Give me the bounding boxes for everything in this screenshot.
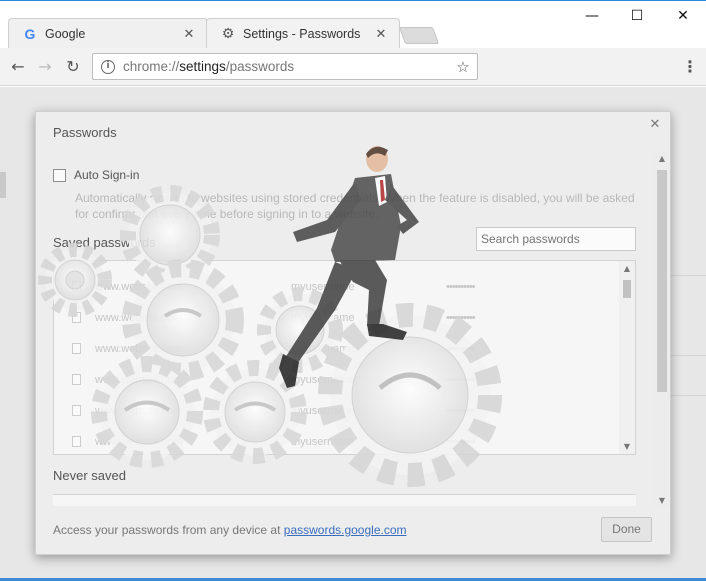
tab-close-icon[interactable]: ✕ <box>181 27 197 42</box>
url-text[interactable]: chrome://settings/passwords <box>123 59 453 74</box>
auto-signin-description: Automatically sign in to websites using … <box>75 191 635 221</box>
file-icon <box>72 405 81 416</box>
footer-text: Access your passwords from any device at… <box>53 523 407 537</box>
title-bar: G Google ✕ ⚙ Settings - Passwords ✕ — ☐ … <box>0 0 706 49</box>
tab-settings-passwords[interactable]: ⚙ Settings - Passwords ✕ <box>206 18 400 49</box>
browser-toolbar: ← → ↻ i chrome://settings/passwords ☆ ⋮ <box>0 48 706 86</box>
search-passwords-input[interactable] <box>476 227 636 251</box>
saved-passwords-heading: Saved passwords <box>53 235 156 250</box>
table-row[interactable]: www.website.com myusername •••••••••• <box>54 333 621 364</box>
table-row[interactable]: www.website.com myusername •••••••••• <box>54 364 621 395</box>
done-button[interactable]: Done <box>601 517 652 542</box>
dialog-scrollbar[interactable]: ▲ ▼ <box>654 152 670 507</box>
never-saved-heading: Never saved <box>53 468 126 483</box>
tab-close-icon[interactable]: ✕ <box>373 27 389 42</box>
row-password: •••••••••• <box>446 373 476 386</box>
list-scrollbar[interactable]: ▲ ▼ <box>619 261 635 454</box>
row-password: •••••••••• <box>446 435 476 448</box>
auto-signin-toggle[interactable]: Auto Sign-in <box>53 168 139 182</box>
minimize-button[interactable]: — <box>569 5 615 27</box>
maximize-button[interactable]: ☐ <box>614 5 660 27</box>
tab-title: Settings - Passwords <box>243 27 361 41</box>
url-host: settings <box>179 59 226 74</box>
row-username: myusername <box>291 435 355 448</box>
row-site: www.website.com <box>95 435 183 448</box>
row-username: myusername <box>291 404 355 417</box>
scroll-down-icon[interactable]: ▼ <box>657 496 667 505</box>
row-site: www.website.com <box>95 311 183 324</box>
page-sidebar-marker <box>0 172 6 198</box>
row-site: www.website.com <box>95 342 183 355</box>
scroll-down-icon[interactable]: ▼ <box>622 442 632 451</box>
forward-arrow-icon[interactable]: → <box>34 56 56 78</box>
file-icon <box>72 281 81 292</box>
close-window-button[interactable]: ✕ <box>660 5 706 27</box>
scrollbar-thumb[interactable] <box>623 280 631 298</box>
page-divider <box>671 395 706 396</box>
bookmark-star-icon[interactable]: ☆ <box>453 58 473 76</box>
scrollbar-thumb[interactable] <box>657 170 667 392</box>
reload-icon[interactable]: ↻ <box>62 56 84 78</box>
gear-icon: ⚙ <box>221 26 235 42</box>
row-password: •••••••••• <box>446 311 476 324</box>
page-divider <box>671 355 706 356</box>
dialog-close-icon[interactable]: ✕ <box>648 118 662 132</box>
row-site: www.website.com <box>95 404 183 417</box>
table-row[interactable]: www.website.com myusername •••••••••• <box>54 302 621 333</box>
row-password: •••••••••• <box>446 280 476 293</box>
passwords-dialog: Passwords ✕ Auto Sign-in Automatically s… <box>35 111 671 555</box>
address-bar[interactable]: i chrome://settings/passwords ☆ <box>92 53 478 80</box>
scroll-up-icon[interactable]: ▲ <box>657 154 667 163</box>
url-prefix: chrome:// <box>123 59 180 74</box>
file-icon <box>72 312 81 323</box>
tab-title: Google <box>45 27 86 41</box>
passwords-google-link[interactable]: passwords.google.com <box>284 523 407 537</box>
auto-signin-checkbox[interactable] <box>53 168 66 182</box>
info-icon[interactable]: i <box>101 59 115 74</box>
new-tab-button[interactable] <box>398 27 440 44</box>
google-g-icon: G <box>24 26 36 42</box>
scroll-up-icon[interactable]: ▲ <box>622 264 632 273</box>
row-password: •••••••••• <box>446 404 476 417</box>
page-divider <box>671 275 706 276</box>
row-username: myusername <box>291 342 355 355</box>
saved-passwords-list: www.website.com myusername •••••••••• ww… <box>53 260 636 455</box>
footer-label: Access your passwords from any device at <box>53 523 284 537</box>
row-site: www.website.com <box>95 373 183 386</box>
dialog-title: Passwords <box>53 125 117 140</box>
file-icon <box>72 436 81 447</box>
url-path: /passwords <box>225 59 295 74</box>
file-icon <box>72 343 81 354</box>
row-password: •••••••••• <box>446 342 476 355</box>
never-saved-list <box>53 494 636 506</box>
more-menu-icon[interactable]: ⋮ <box>682 56 698 78</box>
row-username: myusername <box>291 311 355 324</box>
tab-google[interactable]: G Google ✕ <box>8 18 208 49</box>
auto-signin-label: Auto Sign-in <box>74 168 140 182</box>
row-username: myusername <box>291 280 355 293</box>
file-icon <box>72 374 81 385</box>
table-row[interactable]: www.website.com myusername •••••••••• <box>54 395 621 426</box>
table-row[interactable]: www.website.com myusername •••••••••• <box>54 271 621 302</box>
row-site: www.website.com <box>95 280 183 293</box>
back-arrow-icon[interactable]: ← <box>7 56 29 78</box>
table-row[interactable]: www.website.com myusername •••••••••• <box>54 426 621 454</box>
row-username: myusername <box>291 373 355 386</box>
